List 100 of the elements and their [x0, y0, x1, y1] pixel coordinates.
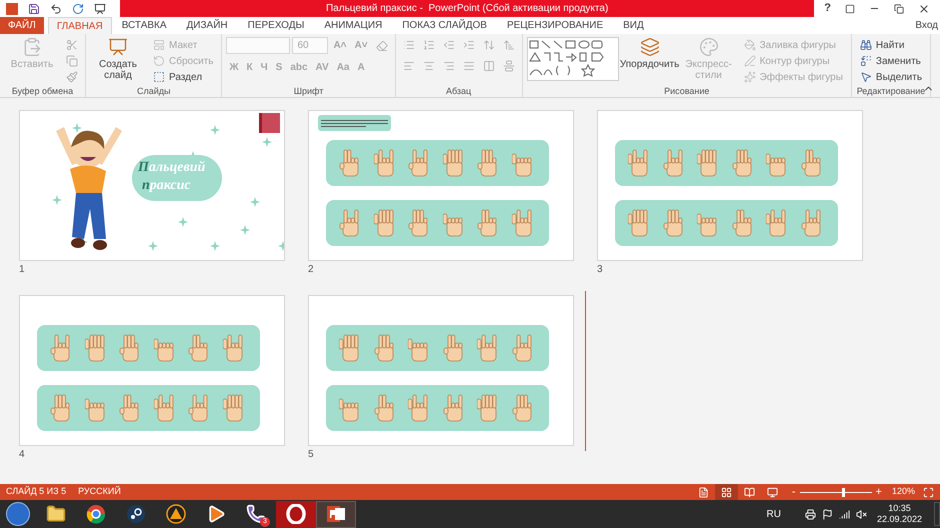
slide-number: 4 [19, 448, 25, 462]
group-label: Слайды [136, 85, 170, 97]
effects-icon [744, 71, 756, 83]
pen-icon [744, 55, 756, 67]
printer-icon[interactable] [804, 508, 816, 520]
ribbon-tab[interactable]: ПЕРЕХОДЫ [238, 17, 314, 34]
slide-number: 5 [308, 448, 314, 462]
slideshow-icon[interactable] [94, 2, 106, 14]
slide-number: 1 [19, 263, 25, 277]
browser-icon [86, 504, 106, 524]
ribbon-button[interactable]: Найти [856, 37, 908, 53]
powerpoint-icon [326, 504, 346, 524]
align-right-icon [442, 60, 455, 72]
slideshow-icon [766, 486, 778, 498]
fit-slide-icon[interactable] [923, 486, 934, 498]
text-direction-icon [502, 39, 515, 51]
group-label: Редактирование [856, 85, 926, 97]
reading-view-icon [744, 486, 755, 498]
taskbar-app-button[interactable] [316, 500, 356, 528]
new-slide-icon [108, 37, 128, 57]
brush-icon [66, 71, 78, 83]
muted-speaker-icon[interactable] [856, 508, 867, 520]
zoom-in-button[interactable]: + [876, 484, 882, 500]
sparkle-icon [148, 241, 158, 251]
ribbon-button[interactable]: Заменить [856, 53, 925, 69]
slide-number: 2 [308, 263, 314, 277]
sparkle-icon [72, 123, 82, 133]
undo-icon[interactable] [50, 2, 62, 14]
ribbon-large-button[interactable]: Создать слайд [90, 37, 146, 81]
group-label: Абзац [446, 85, 472, 97]
indent-icon [462, 39, 475, 51]
restore-icon[interactable] [894, 4, 904, 14]
slide-thumbnail[interactable] [308, 295, 574, 446]
folder-icon [46, 504, 66, 524]
sparkle-icon [210, 241, 220, 251]
replace-icon [860, 55, 872, 67]
zoom-slider[interactable] [800, 487, 872, 497]
steam-icon [126, 504, 146, 524]
zoom-thumb[interactable] [842, 488, 845, 496]
help-button[interactable]: ? [824, 0, 831, 17]
taskbar-app-button[interactable] [276, 500, 316, 528]
sparkle-icon [178, 217, 188, 227]
slide-thumbnail[interactable]: Пальцевий праксис [19, 110, 285, 261]
ribbon-display-icon[interactable] [845, 4, 855, 14]
ribbon-button[interactable]: Выделить [856, 69, 926, 85]
ribbon-tab[interactable]: ДИЗАЙН [176, 17, 238, 34]
group-label: Рисование [664, 85, 710, 97]
language-indicator[interactable]: РУССКИЙ [78, 485, 121, 499]
shapes-gallery[interactable] [526, 37, 619, 81]
ribbon-button[interactable]: Раздел [149, 69, 206, 85]
numbering-icon [422, 39, 435, 51]
group-label: Шрифт [294, 85, 324, 97]
ribbon-large-button[interactable]: Упорядочить [622, 37, 678, 70]
start-button[interactable] [6, 502, 30, 526]
app-logo-icon [6, 2, 18, 14]
slide-thumbnail[interactable] [597, 110, 863, 261]
paste-icon [22, 37, 42, 57]
ribbon-tab[interactable]: ПОКАЗ СЛАЙДОВ [392, 17, 497, 34]
eraser-icon [376, 40, 388, 52]
align-center-icon [422, 60, 435, 72]
flag-icon[interactable] [822, 508, 833, 520]
line-spacing-icon [482, 39, 495, 51]
slide-thumbnail[interactable] [308, 110, 574, 261]
sparkle-icon [250, 197, 260, 207]
ribbon-tab[interactable]: ВИД [613, 17, 654, 34]
opera-icon [286, 504, 306, 524]
qr-code-picture [259, 113, 280, 133]
view-button[interactable] [714, 484, 738, 500]
slide-thumbnail[interactable] [19, 295, 285, 446]
reset-icon [153, 55, 165, 67]
sparkle-icon [240, 225, 250, 235]
sparkle-icon [210, 125, 220, 135]
slide-number: 3 [597, 263, 603, 277]
ribbon-tab[interactable]: ГЛАВНАЯ [48, 17, 112, 34]
outdent-icon [442, 39, 455, 51]
sparkle-icon [52, 195, 62, 205]
pointer-icon [860, 71, 872, 83]
clock-time[interactable]: 10:35 [888, 503, 911, 514]
redo-icon[interactable] [72, 2, 84, 14]
group-label: Буфер обмена [12, 85, 74, 97]
cut-icon [66, 39, 78, 51]
slide-title-line: Пальцевий [138, 159, 206, 177]
ribbon-tab[interactable]: ФАЙЛ [0, 17, 44, 34]
binoculars-icon [860, 39, 872, 51]
slide-counter: СЛАЙД 5 ИЗ 5 [6, 485, 66, 498]
ribbon-tab[interactable]: РЕЦЕНЗИРОВАНИЕ [496, 17, 614, 34]
zoom-out-button[interactable]: - [792, 484, 796, 500]
ribbon-tab[interactable]: АНИМАЦИЯ [314, 17, 392, 34]
close-icon[interactable] [918, 2, 930, 14]
save-icon[interactable] [28, 2, 40, 14]
slide-sorter-icon [720, 486, 732, 498]
clock-date[interactable]: 22.09.2022 [876, 514, 922, 525]
sparkle-icon [262, 137, 272, 147]
keyboard-language[interactable]: RU [766, 506, 781, 522]
zoom-level[interactable]: 120% [892, 485, 915, 499]
styles-icon [698, 37, 719, 57]
triangle-app-icon [166, 504, 186, 524]
ribbon-tab[interactable]: ВСТАВКА [112, 17, 177, 34]
layout-icon [153, 39, 165, 51]
sign-in-link[interactable]: Вход [915, 18, 940, 33]
